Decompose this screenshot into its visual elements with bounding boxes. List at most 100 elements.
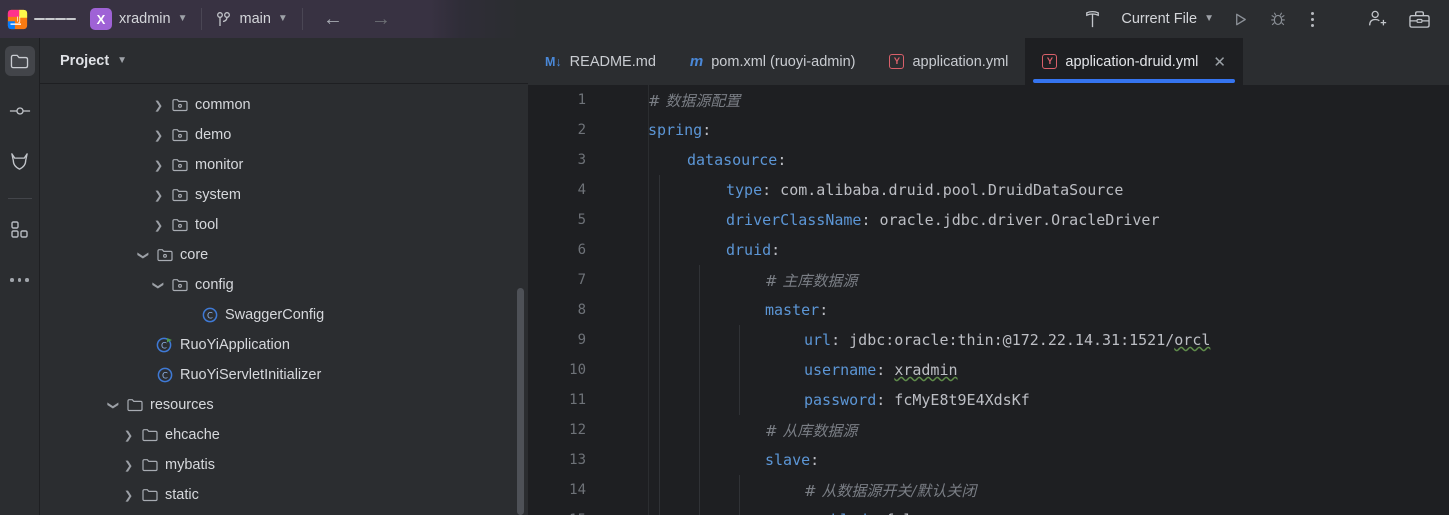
sidebar-item-project[interactable] — [4, 46, 35, 76]
code-token: xradmin — [894, 361, 958, 379]
indent-guide — [699, 505, 700, 515]
title-bar: IJ X xradmin ▼ main ▼ ← → Current File ▼ — [0, 0, 1449, 38]
tree-item-mybatis[interactable]: ❯ mybatis — [40, 450, 528, 480]
tree-item-label: mybatis — [165, 457, 215, 473]
indent-guide — [659, 475, 660, 505]
git-branch-icon — [217, 11, 231, 26]
hammer-build-icon[interactable] — [1072, 9, 1113, 30]
svg-text:IJ: IJ — [16, 15, 20, 23]
chevron-right-icon[interactable]: ❯ — [153, 129, 164, 142]
tree-item-label: monitor — [195, 157, 244, 173]
tab-label: application-druid.yml — [1065, 53, 1199, 70]
ellipsis-icon — [10, 278, 29, 282]
tree-item-static[interactable]: ❯ static — [40, 480, 528, 510]
line-number: 7 — [577, 272, 586, 288]
chevron-right-icon[interactable]: ❯ — [153, 99, 164, 112]
sidebar-item-structure[interactable] — [5, 215, 35, 245]
indent-guide — [659, 235, 660, 265]
tree-item-tool[interactable]: ❯ tool — [40, 210, 528, 240]
line-number: 4 — [577, 182, 586, 198]
code-token: # 从数据源开关/默认关闭 — [804, 481, 977, 500]
tree-item-monitor[interactable]: ❯ monitor — [40, 150, 528, 180]
back-navigation-arrow-icon[interactable]: ← — [309, 9, 357, 29]
tree-item-system[interactable]: ❯ system — [40, 180, 528, 210]
project-tree-scrollbar[interactable] — [517, 288, 524, 515]
tree-item-label: common — [195, 97, 251, 113]
tab-application-druid.yml[interactable]: Yapplication-druid.yml ✕ — [1025, 38, 1243, 85]
line-number: 10 — [569, 362, 586, 378]
chevron-right-icon[interactable]: ❯ — [123, 429, 134, 442]
line-number: 12 — [569, 422, 586, 438]
indent-guide — [659, 295, 660, 325]
sidebar-item-commit[interactable] — [5, 96, 35, 126]
tab-application.yml[interactable]: Yapplication.yml — [872, 38, 1025, 85]
tree-item-config[interactable]: ❯ config — [40, 270, 528, 300]
toolbar-divider — [301, 8, 303, 30]
project-panel-header: Project ▼ — [40, 38, 528, 84]
tab-README.md[interactable]: M↓ README.md — [528, 38, 673, 85]
code-token: : oracle.jdbc.driver.OracleDriver — [861, 211, 1160, 229]
close-x-icon[interactable]: ✕ — [1213, 53, 1226, 71]
code-line: 3 datasource: — [528, 145, 1449, 175]
chevron-down-icon[interactable]: ❯ — [152, 280, 165, 291]
indent-guide — [699, 445, 700, 475]
rail-divider — [7, 198, 32, 199]
chevron-down-icon: ▼ — [177, 13, 188, 24]
add-user-icon[interactable] — [1356, 8, 1398, 30]
indent-guide — [659, 265, 660, 295]
code-token: : jdbc:oracle:thin:@172.22.14.31:1521/ — [831, 331, 1175, 349]
folder-icon — [141, 487, 158, 504]
git-branch-selector[interactable]: main ▼ — [208, 7, 295, 32]
tree-item-ruoyiservletinitializer[interactable]: ❯CRuoYiServletInitializer — [40, 360, 528, 390]
tree-item-demo[interactable]: ❯ demo — [40, 120, 528, 150]
indent-guide — [659, 355, 660, 385]
code-line: 10 username: xradmin — [528, 355, 1449, 385]
code-token: orcl — [1174, 331, 1211, 349]
chevron-right-icon[interactable]: ❯ — [123, 489, 134, 502]
chevron-right-icon[interactable]: ❯ — [153, 219, 164, 232]
tree-item-resources[interactable]: ❯ resources — [40, 390, 528, 420]
java-class-icon: C — [201, 307, 218, 324]
tree-item-label: ehcache — [165, 427, 220, 443]
tree-item-core[interactable]: ❯ core — [40, 240, 528, 270]
tab-pom.xml[interactable]: m pom.xml (ruoyi-admin) — [673, 38, 873, 85]
chevron-right-icon[interactable]: ❯ — [153, 189, 164, 202]
chevron-down-icon[interactable]: ❯ — [137, 250, 150, 261]
code-line: 14 # 从数据源开关/默认关闭 — [528, 475, 1449, 505]
debug-bug-icon[interactable] — [1259, 10, 1297, 28]
code-token: username — [804, 361, 877, 379]
toolbox-icon[interactable] — [1398, 9, 1449, 30]
indent-guide — [699, 355, 700, 385]
chevron-down-icon[interactable]: ❯ — [107, 400, 120, 411]
chevron-right-icon[interactable]: ❯ — [153, 159, 164, 172]
tree-item-ehcache[interactable]: ❯ ehcache — [40, 420, 528, 450]
chevron-down-icon[interactable]: ▼ — [117, 55, 127, 66]
forward-navigation-arrow-icon[interactable]: → — [357, 9, 405, 29]
code-token: spring — [648, 121, 703, 139]
svg-text:C: C — [207, 311, 213, 321]
tree-item-common[interactable]: ❯ common — [40, 90, 528, 120]
code-line: 13 slave: — [528, 445, 1449, 475]
code-editor[interactable]: 1 # 数据源配置 2 spring: 3 datasource: 4 type: com.a… — [528, 85, 1449, 515]
folder-icon — [126, 397, 143, 414]
run-play-icon[interactable] — [1222, 11, 1259, 28]
project-selector[interactable]: X xradmin ▼ — [76, 4, 195, 34]
more-vertical-icon[interactable] — [1297, 11, 1328, 27]
indent-guide — [659, 445, 660, 475]
tree-item-ruoyiapplication[interactable]: ❯CRuoYiApplication — [40, 330, 528, 360]
indent-guide — [659, 325, 660, 355]
code-token: # 主库数据源 — [765, 271, 858, 290]
line-number: 1 — [577, 92, 586, 108]
maven-icon: m — [689, 53, 704, 70]
indent-guide — [659, 505, 660, 515]
hamburger-menu-icon[interactable] — [34, 16, 76, 22]
tree-item-swaggerconfig[interactable]: ❯CSwaggerConfig — [40, 300, 528, 330]
chevron-right-icon[interactable]: ❯ — [123, 459, 134, 472]
sidebar-item-gitlab[interactable] — [5, 146, 35, 176]
code-text: password: fcMyE8t9E4XdsKf — [648, 391, 1030, 409]
code-token: enabled — [804, 511, 867, 515]
tree-item-label: core — [180, 247, 209, 263]
run-configuration-selector[interactable]: Current File ▼ — [1113, 7, 1222, 31]
package-folder-icon — [171, 187, 188, 204]
sidebar-item-more[interactable] — [5, 265, 35, 295]
